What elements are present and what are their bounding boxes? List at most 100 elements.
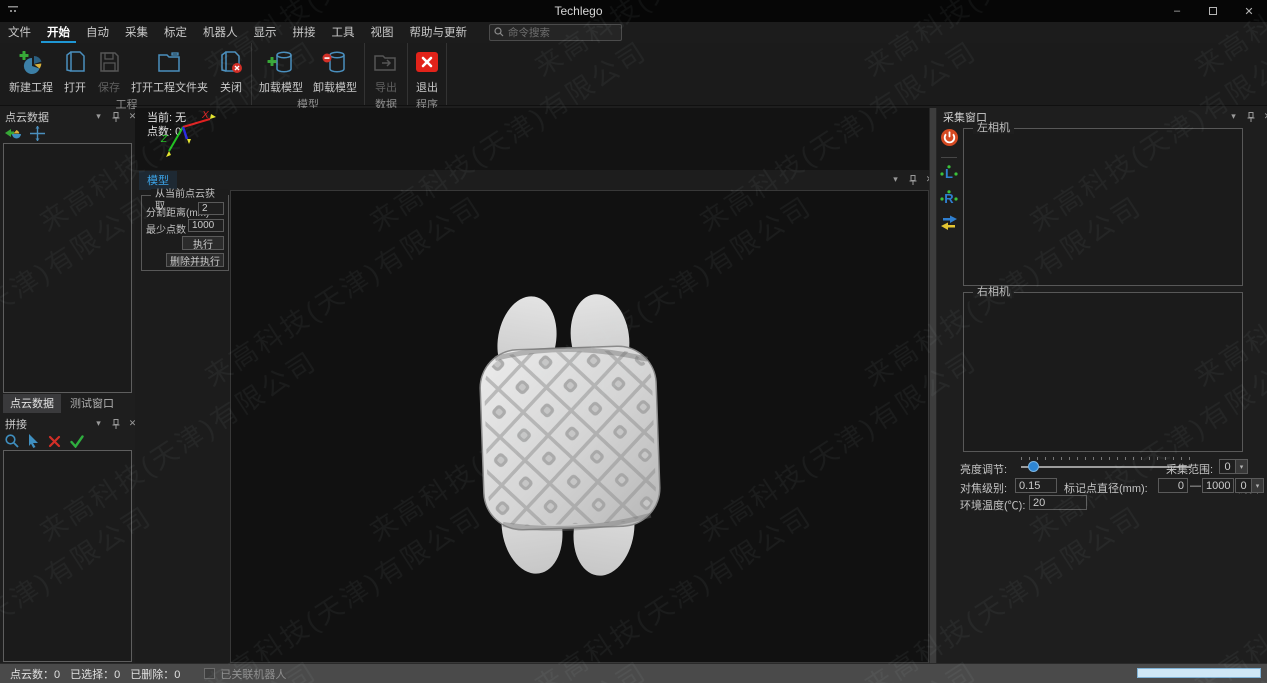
close-project-button[interactable]: 关闭 [213, 43, 249, 95]
stitch-list[interactable] [3, 450, 132, 662]
right-camera-icon[interactable]: R [940, 190, 958, 210]
unload-model-button[interactable]: 卸载模型 [308, 43, 362, 95]
close-project-icon [218, 47, 244, 77]
delete-and-run-button[interactable]: 删除并执行 [166, 253, 224, 267]
stabilize-combo[interactable]: 0 ▾ [1235, 478, 1264, 493]
marker-min-input[interactable] [1158, 478, 1188, 493]
panel-menu-icon[interactable]: ▾ [93, 111, 104, 122]
marker-max-input[interactable] [1202, 478, 1234, 493]
progress-bar [1137, 668, 1261, 678]
exit-button[interactable]: 退出 [410, 43, 444, 95]
power-icon[interactable] [940, 128, 959, 150]
restore-icon [1209, 7, 1217, 15]
menu-tab-tools[interactable]: 工具 [326, 22, 361, 43]
run-button[interactable]: 执行 [182, 236, 224, 250]
minimize-button[interactable]: – [1159, 0, 1195, 22]
move-tool-icon[interactable] [30, 126, 45, 141]
ribbon-group-project: 新建工程 打开 保存 [2, 43, 252, 105]
model-panel-tab[interactable]: 模型 [139, 171, 177, 190]
axis-z-label: Z [160, 134, 168, 145]
axes-gizmo: X Z [150, 110, 225, 165]
command-search-box[interactable] [489, 24, 622, 41]
load-model-button[interactable]: 加载模型 [254, 43, 308, 95]
vertical-splitter[interactable] [929, 108, 937, 663]
menu-tab-view[interactable]: 视图 [365, 22, 400, 43]
scanned-model[interactable] [452, 288, 682, 578]
left-camera-icon[interactable]: L [940, 165, 958, 185]
robot-linked-checkbox[interactable]: 已关联机器人 [204, 666, 286, 682]
split-distance-input[interactable] [198, 202, 224, 215]
ambient-temp-input[interactable] [1029, 495, 1087, 510]
zoom-icon[interactable] [5, 434, 19, 448]
chevron-down-icon[interactable]: ▾ [1236, 459, 1248, 474]
axis-x-label: X [201, 110, 209, 121]
selected-count-status: 已选择：0 [70, 666, 120, 682]
menu-tab-robot[interactable]: 机器人 [197, 22, 244, 43]
menu-tab-file[interactable]: 文件 [2, 22, 37, 43]
robot-linked-label: 已关联机器人 [220, 666, 286, 682]
pointcloud-convert-icon[interactable] [5, 126, 22, 141]
viewport-top[interactable] [135, 108, 929, 170]
capture-range-value: 0 [1219, 459, 1236, 474]
close-project-label: 关闭 [220, 79, 242, 95]
marker-range-dash: — [1190, 480, 1201, 492]
close-button[interactable]: ✕ [1231, 0, 1267, 22]
tab-test-window[interactable]: 测试窗口 [63, 394, 121, 413]
new-project-icon [18, 47, 44, 77]
menu-tab-display[interactable]: 显示 [248, 22, 283, 43]
tab-pointcloud-data[interactable]: 点云数据 [3, 394, 61, 413]
menu-tab-capture[interactable]: 采集 [119, 22, 154, 43]
swap-arrows-icon[interactable] [940, 215, 958, 234]
delete-selection-icon[interactable] [48, 435, 61, 448]
export-label: 导出 [375, 79, 397, 95]
panel-close-icon[interactable]: ✕ [1262, 111, 1267, 122]
brightness-label: 亮度调节: [960, 461, 1007, 477]
capture-tool-strip: L R [937, 124, 961, 663]
panel-menu-icon[interactable]: ▾ [93, 418, 104, 429]
chevron-down-icon[interactable]: ▾ [1252, 478, 1264, 493]
export-button[interactable]: 导出 [367, 43, 405, 95]
right-camera-label: 右相机 [973, 286, 1014, 298]
load-model-icon [267, 47, 295, 77]
capture-range-label: 采集范围: [1166, 461, 1213, 477]
focus-level-input[interactable] [1015, 478, 1057, 493]
cursor-icon[interactable] [28, 434, 39, 448]
right-camera-view: 右相机 [963, 292, 1243, 452]
min-points-label: 最少点数 [146, 221, 186, 236]
pointcloud-toolbar [5, 126, 45, 141]
search-input[interactable] [508, 27, 617, 39]
load-model-label: 加载模型 [259, 79, 303, 95]
new-project-button[interactable]: 新建工程 [4, 43, 58, 95]
panel-menu-icon[interactable]: ▾ [890, 174, 901, 185]
export-icon [372, 47, 400, 77]
menu-tab-calibration[interactable]: 标定 [158, 22, 193, 43]
menu-tab-start[interactable]: 开始 [41, 22, 76, 43]
panel-menu-icon[interactable]: ▾ [1228, 111, 1239, 122]
pointcloud-list[interactable] [3, 143, 132, 393]
pointcloud-panel-controls: ▾ ✕ [93, 111, 138, 122]
menu-tab-auto[interactable]: 自动 [80, 22, 115, 43]
window-title: Techlego [0, 4, 1157, 18]
brightness-slider-thumb[interactable] [1028, 461, 1039, 472]
status-bar: 点云数：0 已选择：0 已删除：0 已关联机器人 [0, 663, 1267, 683]
open-icon [63, 47, 87, 77]
menu-tab-stitch[interactable]: 拼接 [287, 22, 322, 43]
save-button[interactable]: 保存 [92, 43, 126, 95]
ambient-temp-label: 环境温度(℃): [960, 497, 1025, 513]
exit-icon [415, 47, 439, 77]
menu-tab-help[interactable]: 帮助与更新 [404, 22, 474, 43]
capture-range-combo[interactable]: 0 ▾ [1219, 459, 1248, 474]
panel-pin-icon[interactable] [110, 418, 121, 429]
search-icon [494, 26, 504, 40]
confirm-icon[interactable] [70, 435, 84, 448]
get-from-pointcloud-group: 从当前点云获取 分割距离(mm) 最少点数 执行 删除并执行 [141, 195, 229, 271]
panel-pin-icon[interactable] [110, 111, 121, 122]
panel-pin-icon[interactable] [1245, 111, 1256, 122]
deleted-count-status: 已删除：0 [130, 666, 180, 682]
open-button[interactable]: 打开 [58, 43, 92, 95]
min-points-input[interactable] [188, 219, 224, 232]
pointcloud-panel-title: 点云数据 [5, 109, 49, 125]
panel-pin-icon[interactable] [907, 174, 918, 185]
restore-button[interactable] [1195, 0, 1231, 22]
open-project-folder-button[interactable]: 打开工程文件夹 [126, 43, 213, 95]
